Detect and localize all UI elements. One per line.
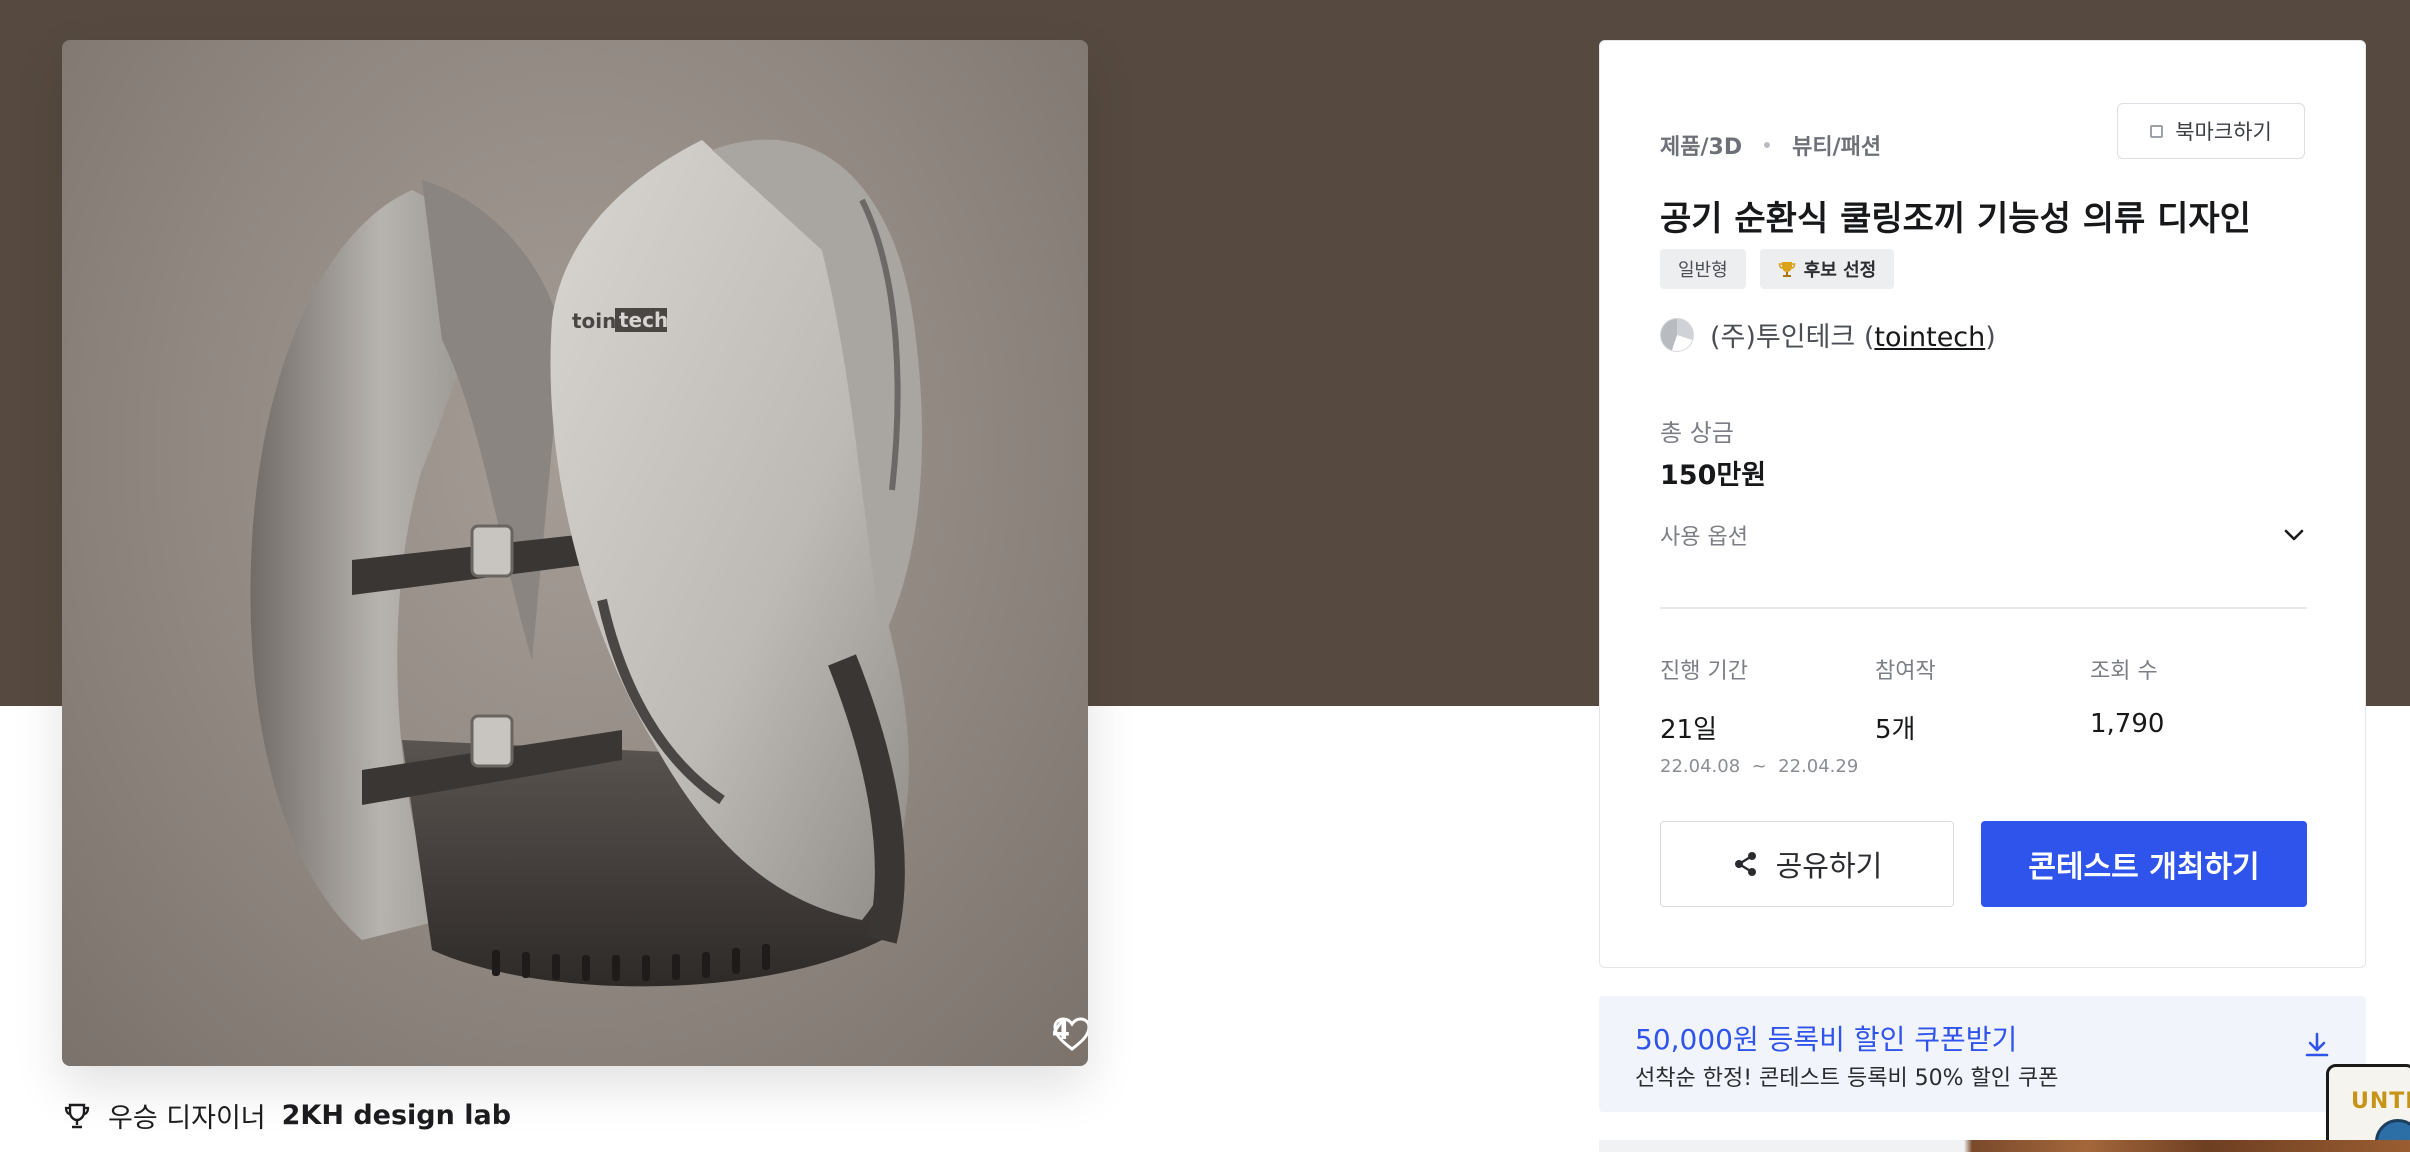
divider [1660, 607, 2307, 609]
status-badge: 후보 선정 [1759, 249, 1895, 289]
bookmark-label: 북마크하기 [2175, 120, 2272, 144]
stats-row: 진행 기간 21일 22.04.08 ~ 22.04.29 참여작 5개 조회 … [1660, 653, 2307, 777]
cooling-vest-illustration: toin tech [250, 139, 922, 987]
bookmark-icon [2150, 124, 2164, 138]
download-icon[interactable] [2302, 1030, 2332, 1060]
stat-entries-label: 참여작 [1875, 659, 1936, 684]
stat-period: 진행 기간 21일 22.04.08 ~ 22.04.29 [1660, 653, 1875, 777]
share-icon [1734, 852, 1756, 876]
host-contest-button[interactable]: 콘테스트 개최하기 [1981, 821, 2307, 907]
coupon-description: 선착순 한정! 콘테스트 등록비 50% 할인 쿠폰 [1635, 1066, 2059, 1091]
stat-period-value: 21일 [1660, 715, 1718, 745]
prize-label: 총 상금 [1660, 419, 1734, 447]
svg-text:tech: tech [619, 308, 668, 332]
heart-icon [1053, 1017, 1088, 1051]
coupon-headline: 50,000원 등록비 할인 쿠폰받기 [1635, 1023, 2018, 1056]
share-button[interactable]: 공유하기 [1660, 821, 1954, 907]
contest-title: 공기 순환식 쿨링조끼 기능성 의류 디자인 [1660, 199, 2251, 239]
badge-row: 일반형 후보 선정 [1660, 249, 1895, 289]
svg-text:toin: toin [572, 309, 616, 333]
prize-value: 150만원 [1660, 460, 1767, 491]
breadcrumb-subcategory[interactable]: 뷰티/패션 [1792, 129, 1881, 161]
stat-entries-value: 5개 [1875, 715, 1916, 745]
type-badge-label: 일반형 [1678, 260, 1728, 281]
stat-period-label: 진행 기간 [1660, 659, 1748, 684]
contest-detail-page: toin tech 4 우승 디자이너 2KH design lab 제품/3D… [0, 0, 2410, 1152]
trophy-icon [64, 1103, 90, 1128]
chevron-down-icon [2284, 529, 2304, 541]
host-profile-link[interactable]: tointech [1874, 322, 1985, 353]
product-image[interactable]: toin tech 4 [62, 40, 1088, 1066]
options-dropdown[interactable]: 사용 옵션 [1660, 519, 2307, 551]
promo-thumbnail-text: UNTI [2351, 1089, 2410, 1114]
host-name-suffix: ) [1985, 322, 1996, 353]
share-label: 공유하기 [1775, 849, 1883, 883]
contest-info-card: 제품/3D 뷰티/패션 북마크하기 공기 순환식 쿨링조끼 기능성 의류 디자인… [1599, 40, 2366, 968]
like-counter[interactable]: 4 [1052, 1016, 1088, 1051]
type-badge: 일반형 [1660, 249, 1746, 289]
stat-period-range: 22.04.08 ~ 22.04.29 [1660, 756, 1859, 777]
winner-designer: 우승 디자이너 2KH design lab [62, 1096, 511, 1135]
stat-views: 조회 수 1,790 [2090, 653, 2305, 777]
stat-views-value: 1,790 [2090, 709, 2165, 739]
stat-views-label: 조회 수 [2090, 659, 2158, 684]
avatar[interactable] [1660, 317, 1694, 352]
options-label: 사용 옵션 [1660, 525, 1748, 550]
winner-prefix: 우승 디자이너 [108, 1103, 266, 1134]
breadcrumb-separator [1764, 142, 1771, 148]
floating-promo-thumbnail[interactable]: UNTI [2326, 1064, 2410, 1152]
winner-name[interactable]: 2KH design lab [282, 1100, 511, 1131]
status-badge-label: 후보 선정 [1803, 260, 1877, 281]
host-info: (주)투인테크 (tointech) [1660, 315, 1996, 354]
breadcrumb-category[interactable]: 제품/3D [1660, 129, 1742, 161]
stat-entries: 참여작 5개 [1875, 653, 2090, 777]
next-section-preview [1599, 1140, 2410, 1152]
coupon-banner[interactable]: 50,000원 등록비 할인 쿠폰받기 선착순 한정! 콘테스트 등록비 50%… [1599, 996, 2366, 1112]
host-name: (주)투인테크 ( [1710, 322, 1875, 353]
trophy-icon [1778, 262, 1795, 277]
bookmark-button[interactable]: 북마크하기 [2117, 103, 2305, 159]
breadcrumb: 제품/3D 뷰티/패션 [1660, 129, 1881, 161]
